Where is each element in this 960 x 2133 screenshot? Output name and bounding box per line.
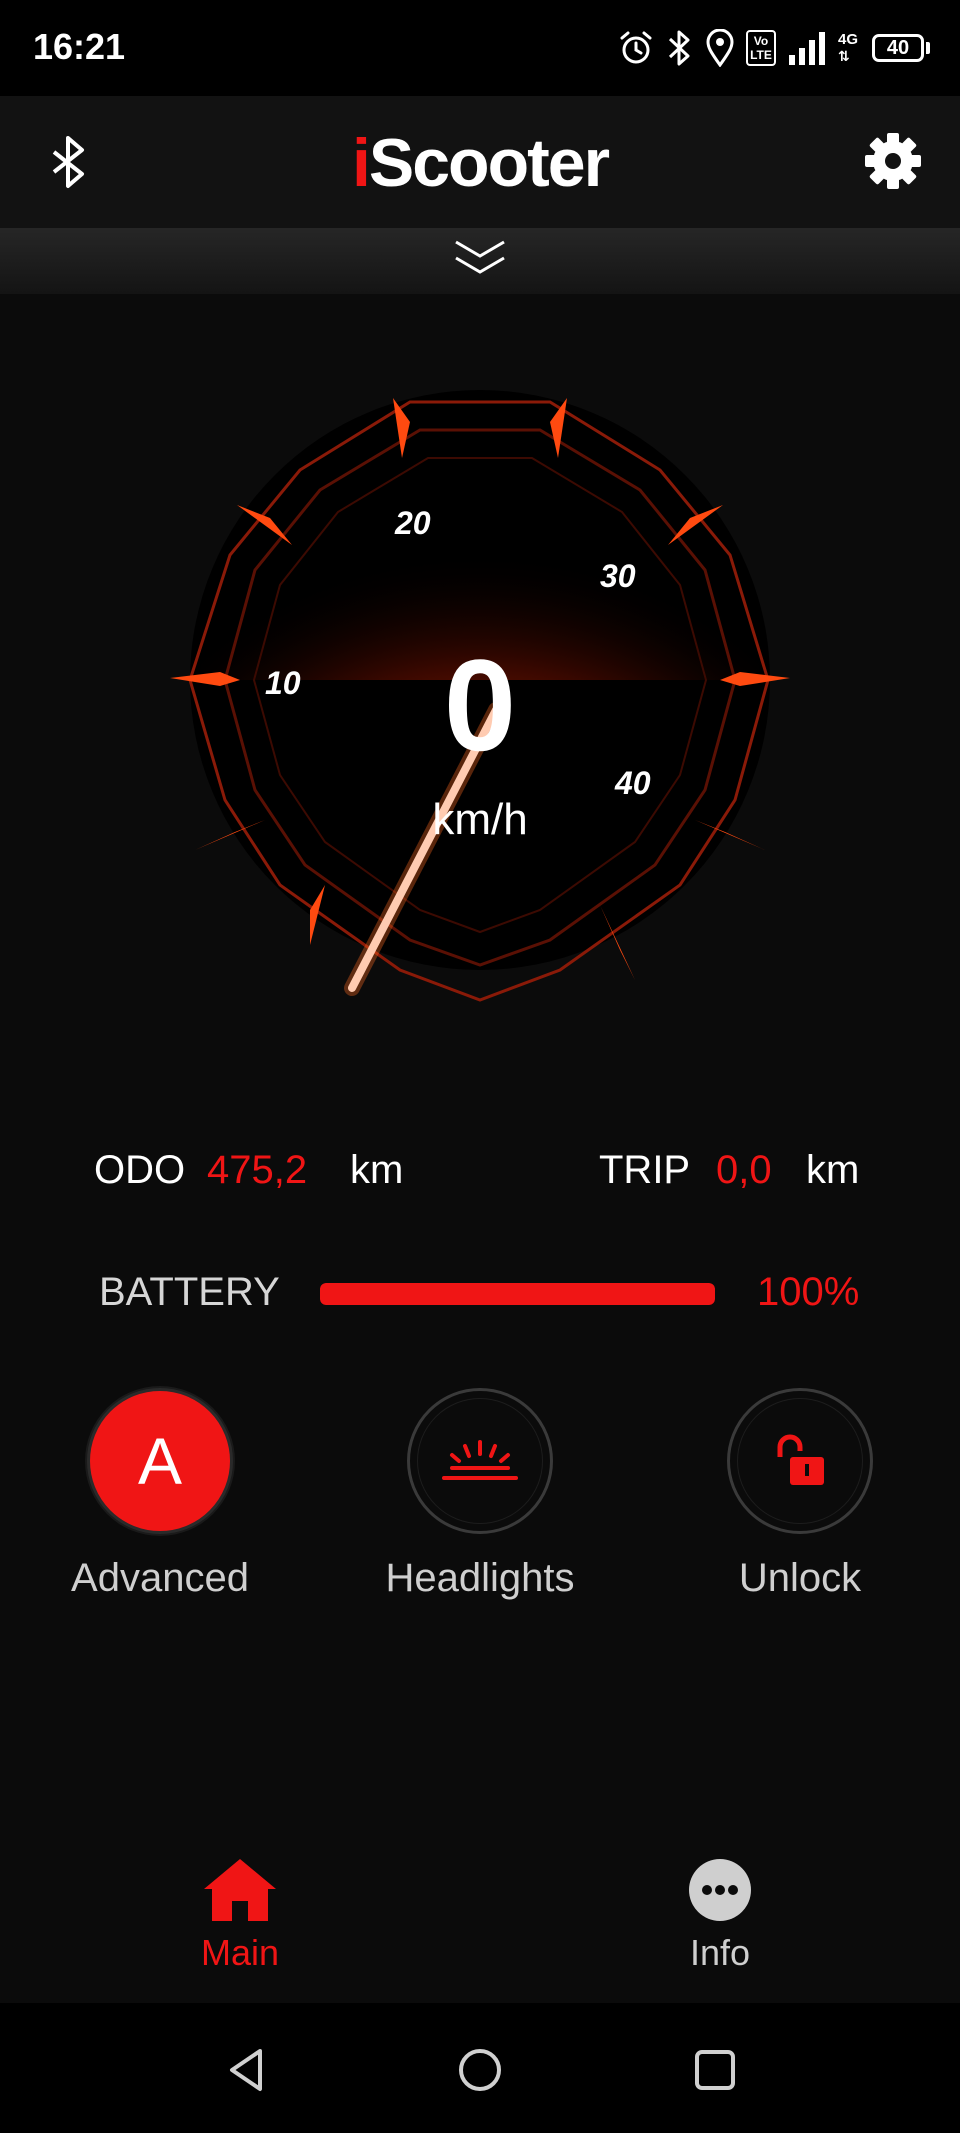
battery-row: BATTERY 100% xyxy=(0,1270,960,1330)
status-time: 16:21 xyxy=(33,26,126,67)
unlock-icon xyxy=(777,1434,824,1485)
chevron-down-icon xyxy=(455,240,505,274)
settings-button[interactable] xyxy=(862,130,924,192)
bottom-navigation: Main Info xyxy=(0,1835,960,2003)
gauge-tick-label: 20 xyxy=(395,505,431,541)
more-icon xyxy=(689,1859,751,1921)
system-navigation-bar xyxy=(0,2003,960,2133)
nav-info[interactable]: Info xyxy=(620,1857,820,1974)
advanced-mode-label: Advanced xyxy=(71,1556,249,1600)
unlock-button[interactable] xyxy=(727,1388,873,1534)
battery-label: BATTERY xyxy=(99,1270,280,1314)
trip-stats: ODO 475,2 km TRIP 0,0 km xyxy=(0,1148,960,1212)
battery-bar xyxy=(320,1283,715,1305)
speed-value: 0 xyxy=(443,632,517,778)
back-icon[interactable] xyxy=(222,2045,272,2095)
app-bar: iScooter xyxy=(0,96,960,228)
signal-icon xyxy=(789,32,825,65)
battery-icon: 40 xyxy=(872,34,930,62)
unlock-control: Unlock xyxy=(670,1388,930,1601)
advanced-mode-control: A Advanced xyxy=(30,1388,290,1601)
expand-panel-toggle[interactable] xyxy=(0,228,960,294)
location-icon xyxy=(706,29,734,67)
gauge-tick-label: 40 xyxy=(615,765,651,801)
volte-icon: Vo LTE xyxy=(746,30,776,66)
advanced-mode-letter: A xyxy=(137,1424,183,1498)
home-circle-icon[interactable] xyxy=(455,2045,505,2095)
advanced-mode-button[interactable]: A xyxy=(87,1388,233,1534)
headlights-control: Headlights xyxy=(350,1388,610,1601)
unlock-label: Unlock xyxy=(738,1556,862,1600)
odo-value: 475,2 xyxy=(207,1148,308,1192)
alarm-icon xyxy=(620,31,652,64)
status-bar: 16:21 Vo LTE 4G ⇅ 40 xyxy=(0,0,960,96)
control-buttons: A Advanced Headlights Unlock xyxy=(0,1388,960,1618)
bluetooth-icon xyxy=(668,30,690,66)
gauge-tick-label: 10 xyxy=(265,665,301,701)
trip-unit: km xyxy=(806,1148,860,1192)
nav-info-label: Info xyxy=(689,1932,751,1973)
nav-main-label: Main xyxy=(200,1932,280,1973)
4g-icon: 4G ⇅ xyxy=(838,30,859,64)
gauge-tick-label: 30 xyxy=(600,558,636,594)
headlights-label: Headlights xyxy=(385,1556,575,1600)
status-icons: Vo LTE 4G ⇅ 40 xyxy=(618,26,930,70)
battery-percent: 100% xyxy=(757,1270,860,1314)
trip-value: 0,0 xyxy=(716,1148,772,1192)
home-icon xyxy=(204,1859,276,1921)
battery-bar-fill xyxy=(320,1283,715,1305)
trip-label: TRIP xyxy=(599,1148,691,1192)
app-logo: iScooter xyxy=(351,125,610,201)
gear-icon xyxy=(865,133,921,189)
headlight-icon xyxy=(442,1440,518,1480)
headlights-button[interactable] xyxy=(407,1388,553,1534)
speed-unit: km/h xyxy=(432,795,528,844)
battery-level-text: 40 xyxy=(872,34,924,62)
odo-unit: km xyxy=(350,1148,404,1192)
odo-label: ODO xyxy=(94,1148,186,1192)
recents-icon[interactable] xyxy=(690,2045,740,2095)
nav-main[interactable]: Main xyxy=(140,1857,340,1974)
